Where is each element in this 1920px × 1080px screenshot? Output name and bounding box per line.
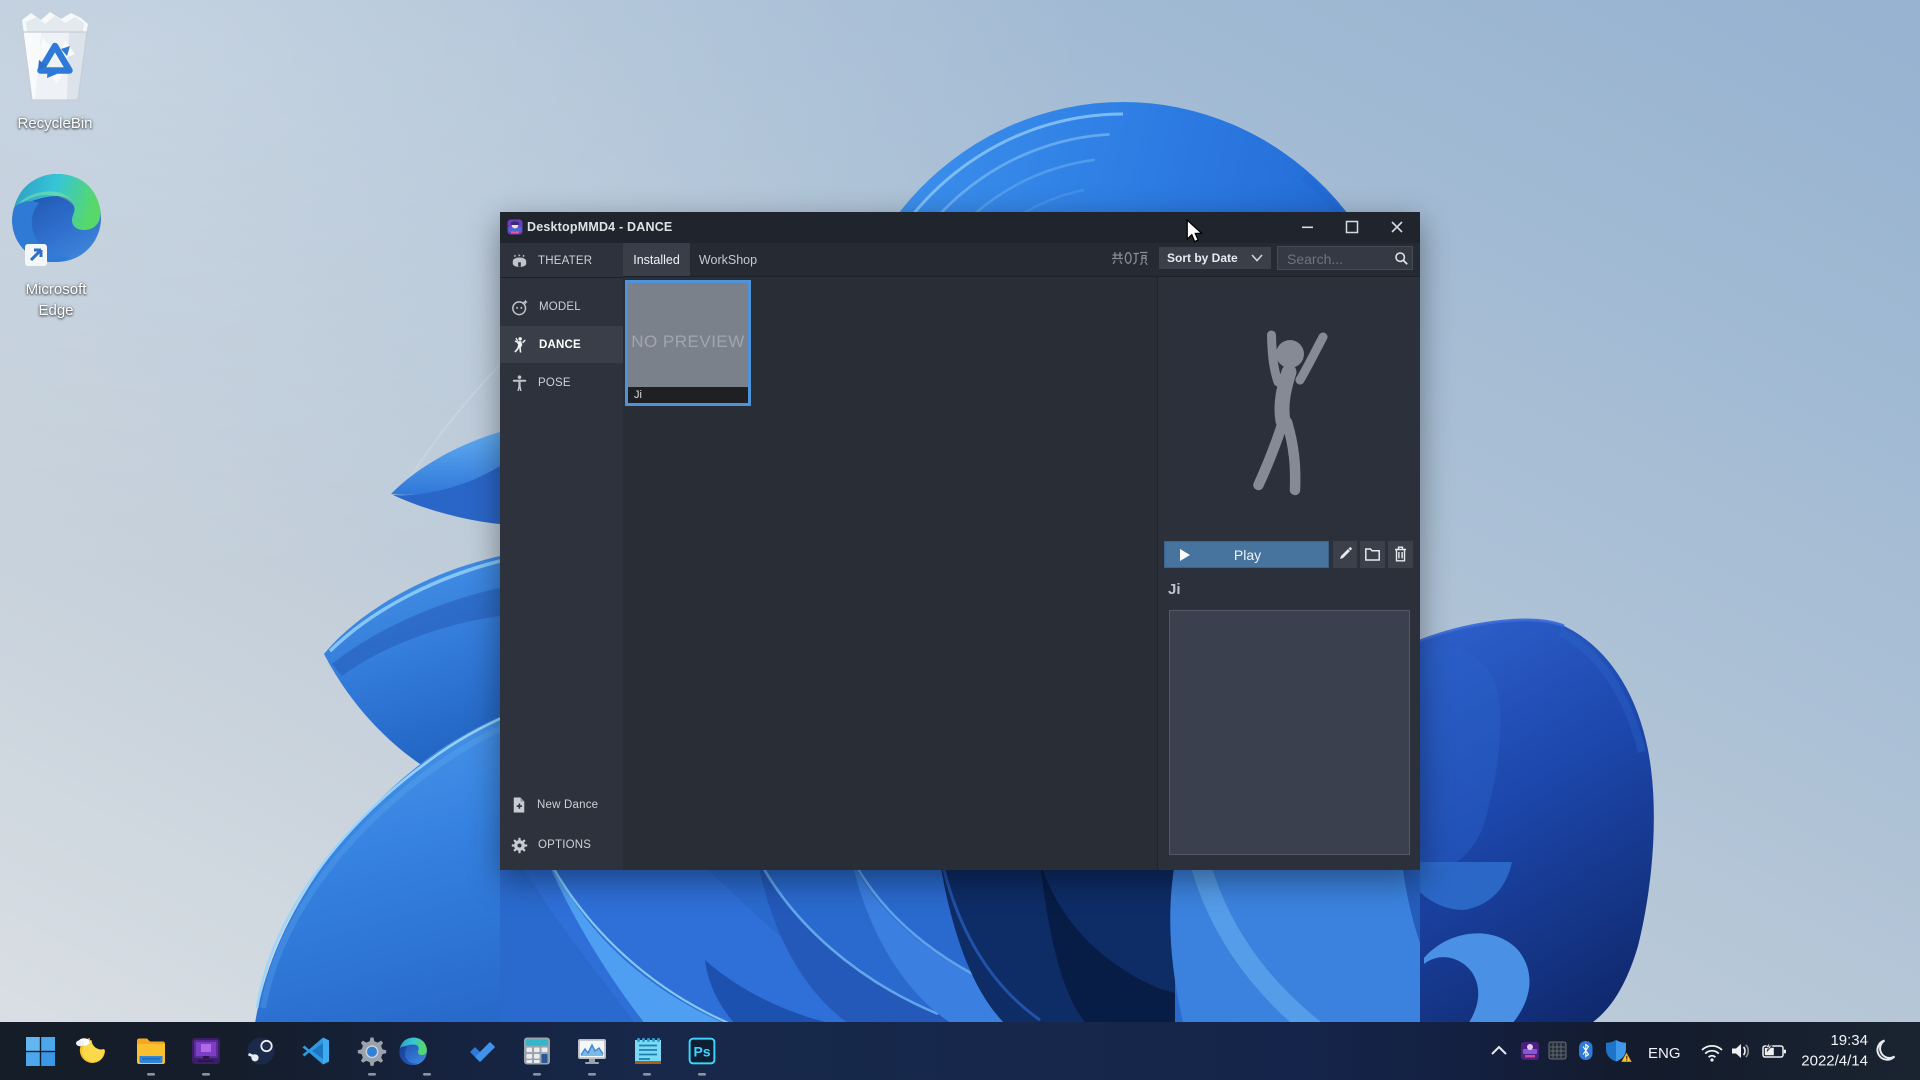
svg-text:2022/4/14: 2022/4/14 xyxy=(1801,1053,1868,1070)
svg-text:ENG: ENG xyxy=(1648,1045,1681,1062)
svg-text:Ps: Ps xyxy=(693,1044,710,1060)
svg-text:19:34: 19:34 xyxy=(1830,1032,1868,1049)
